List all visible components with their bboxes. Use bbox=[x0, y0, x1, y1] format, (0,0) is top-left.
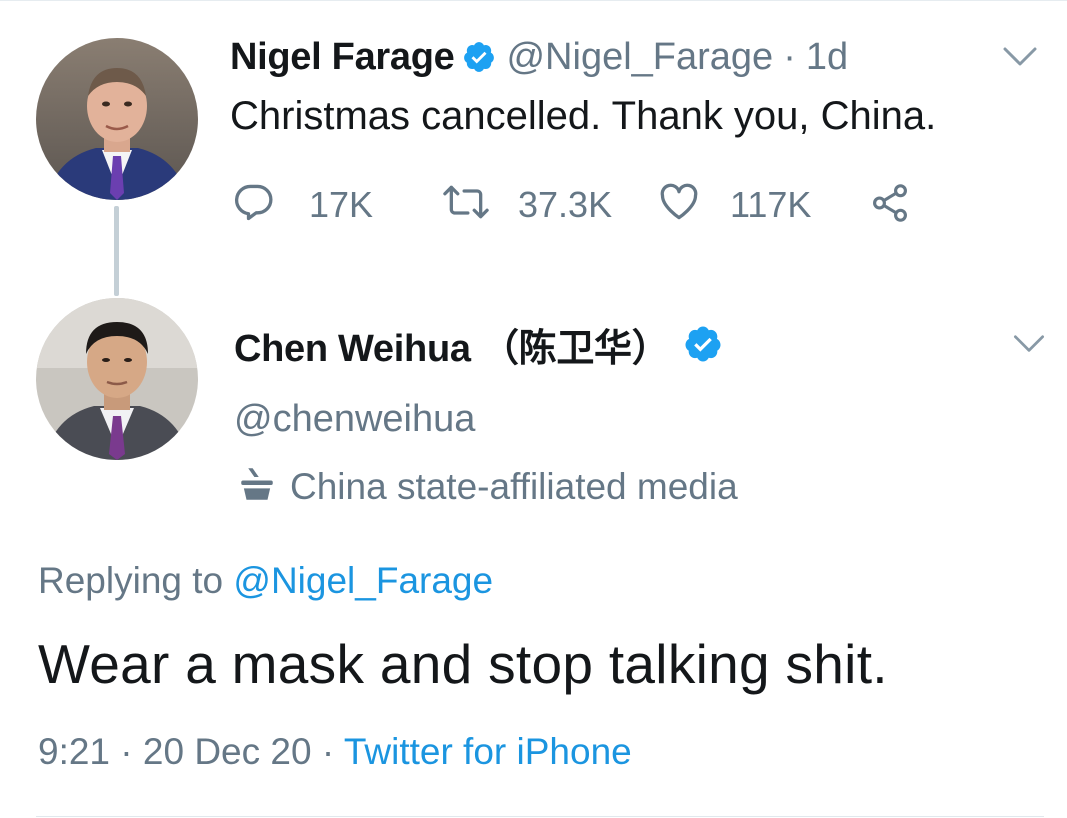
author-display-name[interactable]: Nigel Farage bbox=[230, 36, 455, 79]
replying-to-handle-link[interactable]: @Nigel_Farage bbox=[233, 560, 493, 601]
tweet-date[interactable]: 20 Dec 20 bbox=[143, 731, 312, 772]
verified-badge-icon bbox=[683, 324, 723, 364]
retweet-icon bbox=[440, 180, 492, 229]
thread-connector-line bbox=[114, 206, 119, 296]
bottom-divider bbox=[36, 816, 1044, 817]
parent-tweet-text: Christmas cancelled. Thank you, China. bbox=[230, 94, 937, 138]
tweet-metadata-line: 9:21 · 20 Dec 20 · Twitter for iPhone bbox=[38, 728, 632, 776]
state-media-label-text: China state-affiliated media bbox=[290, 465, 738, 507]
tweet-age[interactable]: 1d bbox=[806, 36, 848, 79]
replying-to-line: Replying to @Nigel_Farage bbox=[38, 558, 493, 604]
like-icon bbox=[656, 180, 702, 229]
share-icon[interactable] bbox=[866, 182, 914, 229]
reply-icon bbox=[232, 180, 276, 229]
meta-separator: · bbox=[321, 731, 335, 772]
like-count: 117K bbox=[730, 183, 812, 225]
state-media-icon bbox=[236, 462, 278, 511]
verified-badge-icon bbox=[462, 40, 496, 74]
state-media-label[interactable]: China state-affiliated media bbox=[236, 462, 738, 511]
top-divider bbox=[0, 0, 1067, 1]
meta-separator: · bbox=[120, 731, 133, 772]
parent-tweet-header: Nigel Farage @Nigel_Farage · 1d bbox=[230, 33, 848, 81]
reply-action[interactable]: 17K bbox=[232, 180, 373, 229]
chevron-down-icon[interactable] bbox=[1002, 46, 1038, 68]
header-separator: · bbox=[783, 35, 796, 78]
retweet-action[interactable]: 37.3K bbox=[440, 180, 612, 229]
retweet-count: 37.3K bbox=[518, 183, 613, 225]
reply-author-display-name[interactable]: Chen Weihua （陈卫华） bbox=[234, 317, 670, 372]
replying-to-prefix: Replying to bbox=[38, 560, 224, 601]
like-action[interactable]: 117K bbox=[656, 180, 811, 229]
tweet-source-link[interactable]: Twitter for iPhone bbox=[344, 731, 632, 772]
reply-author-handle[interactable]: @chenweihua bbox=[234, 396, 475, 442]
reply-tweet-text: Wear a mask and stop talking shit. bbox=[38, 633, 888, 695]
avatar-nigel-farage[interactable] bbox=[36, 38, 198, 200]
chevron-down-icon[interactable] bbox=[1012, 334, 1046, 354]
reply-count: 17K bbox=[309, 183, 374, 225]
author-handle[interactable]: @Nigel_Farage bbox=[506, 36, 773, 79]
tweet-time[interactable]: 9:21 bbox=[38, 731, 110, 772]
reply-author-header: Chen Weihua （陈卫华） bbox=[234, 318, 723, 370]
avatar-chen-weihua[interactable] bbox=[36, 298, 198, 460]
